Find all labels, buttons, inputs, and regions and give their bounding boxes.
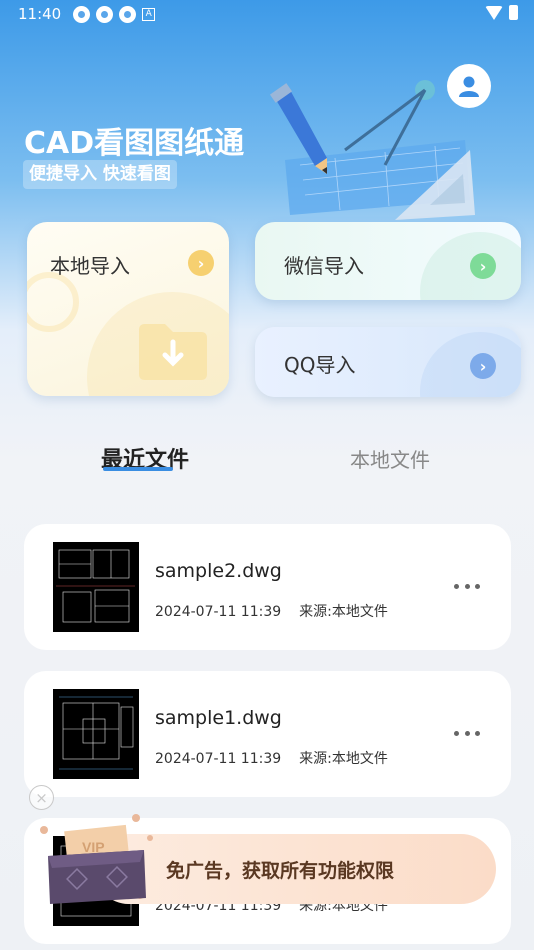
ad-text: 免广告，获取所有功能权限 (166, 860, 395, 882)
notification-app-icon (119, 5, 137, 23)
more-dot (475, 583, 480, 589)
chevron-right-icon: › (188, 250, 214, 276)
file-meta: 2024-07-11 11:39 来源:本地文件 (155, 748, 388, 768)
vip-gift-box-icon: VIP (40, 814, 153, 904)
chevron-right-icon: › (470, 253, 496, 279)
more-dot (454, 583, 459, 589)
drafting-illustration (269, 80, 475, 220)
more-options-button[interactable] (454, 579, 480, 593)
notification-app-icon (73, 5, 91, 23)
file-thumbnail (53, 689, 139, 779)
status-right-icons (485, 5, 518, 20)
chevron-right-icon: › (470, 353, 496, 379)
file-date: 2024-07-11 11:39 (155, 604, 282, 620)
file-date: 2024-07-11 11:39 (155, 751, 282, 767)
wechat-import-label: 微信导入 (284, 254, 364, 278)
file-source: 来源:本地文件 (299, 604, 388, 620)
more-dot (475, 730, 480, 736)
file-tabs: 最近文件 本地文件 (0, 438, 534, 478)
vip-label: VIP (82, 839, 105, 855)
file-name: sample1.dwg (155, 707, 282, 729)
more-options-button[interactable] (454, 726, 480, 740)
close-ad-button[interactable]: × (29, 785, 54, 810)
decorative-circle (27, 272, 79, 332)
status-notification-icons: A (73, 5, 156, 23)
status-time: 11:40 (18, 5, 62, 23)
qq-import-label: QQ导入 (284, 353, 356, 377)
folder-download-icon (139, 324, 207, 380)
file-source: 来源:本地文件 (299, 751, 388, 767)
tab-local-files[interactable]: 本地文件 (350, 444, 430, 473)
local-import-card[interactable]: 本地导入 › (27, 222, 229, 396)
status-bar: 11:40 A (0, 0, 534, 28)
more-dot (464, 730, 470, 736)
list-item[interactable]: sample1.dwg 2024-07-11 11:39 来源:本地文件 (24, 671, 511, 797)
more-dot (454, 730, 459, 736)
qq-import-card[interactable]: QQ导入 › (255, 327, 521, 397)
wifi-icon (485, 5, 503, 20)
app-subtitle: 便捷导入 快速看图 (23, 160, 177, 189)
app-title: CAD看图图纸通 (24, 126, 245, 161)
local-import-label: 本地导入 (50, 254, 130, 278)
wechat-import-card[interactable]: 微信导入 › (255, 222, 521, 300)
file-name: sample2.dwg (155, 560, 282, 582)
file-meta: 2024-07-11 11:39 来源:本地文件 (155, 601, 388, 621)
active-tab-indicator (103, 467, 173, 471)
notification-a-icon: A (142, 7, 156, 21)
file-thumbnail (53, 542, 139, 632)
list-item[interactable]: sample2.dwg 2024-07-11 11:39 来源:本地文件 (24, 524, 511, 650)
more-dot (464, 583, 470, 589)
notification-app-icon (96, 5, 114, 23)
battery-icon (509, 5, 518, 20)
